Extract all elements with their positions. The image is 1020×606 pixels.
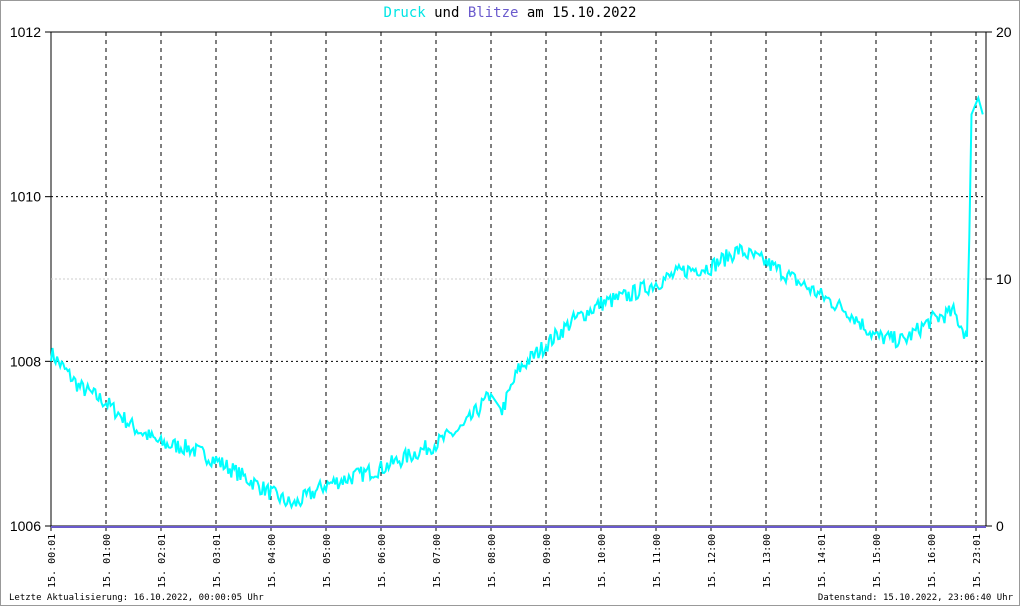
left-tick-label: 1008 [10,353,41,369]
x-tick-label: 15. 16:00 [927,534,938,588]
chart-window: Druck und Blitze am 15.10.2022 1006 1008 1… [0,0,1020,606]
left-tick-label: 1006 [10,518,41,534]
left-tick-label: 1012 [10,24,41,40]
x-tick-label: 15. 06:00 [377,534,388,588]
x-tick-label: 15. 02:01 [157,534,168,588]
footer-last-update: Letzte Aktualisierung: 16.10.2022, 00:00… [9,593,264,603]
series-druck-line [50,94,984,510]
x-tick-label: 15. 12:00 [707,534,718,588]
x-tick-label: 15. 00:01 [47,534,58,588]
x-tick-label: 15. 15:00 [872,534,883,588]
chart-plot: 1006 1008 1010 1012 0 10 20 15. 00:01 15. 01:00 1… [10,24,1012,588]
x-tick-label: 15. 11:00 [652,534,663,588]
x-tick-label: 15. 07:00 [432,534,443,588]
x-tick-label: 15. 13:00 [762,534,773,588]
right-tick-label: 10 [996,271,1012,287]
x-tick-label: 15. 05:00 [322,534,333,588]
footer-data-status: Datenstand: 15.10.2022, 23:06:40 Uhr [817,593,1013,603]
x-tick-label: 15. 09:00 [542,534,553,588]
x-tick-label: 15. 23:01 [972,534,983,588]
x-tick-label: 15. 03:01 [212,534,223,588]
x-tick-label: 15. 14:01 [817,534,828,588]
left-tick-label: 1010 [10,189,41,205]
x-tick-label: 15. 01:00 [102,534,113,588]
right-tick-label: 0 [996,518,1004,534]
x-tick-label: 15. 04:00 [267,534,278,588]
right-tick-label: 20 [996,24,1012,40]
x-tick-label: 15. 10:00 [597,534,608,588]
x-tick-label: 15. 08:00 [487,534,498,588]
